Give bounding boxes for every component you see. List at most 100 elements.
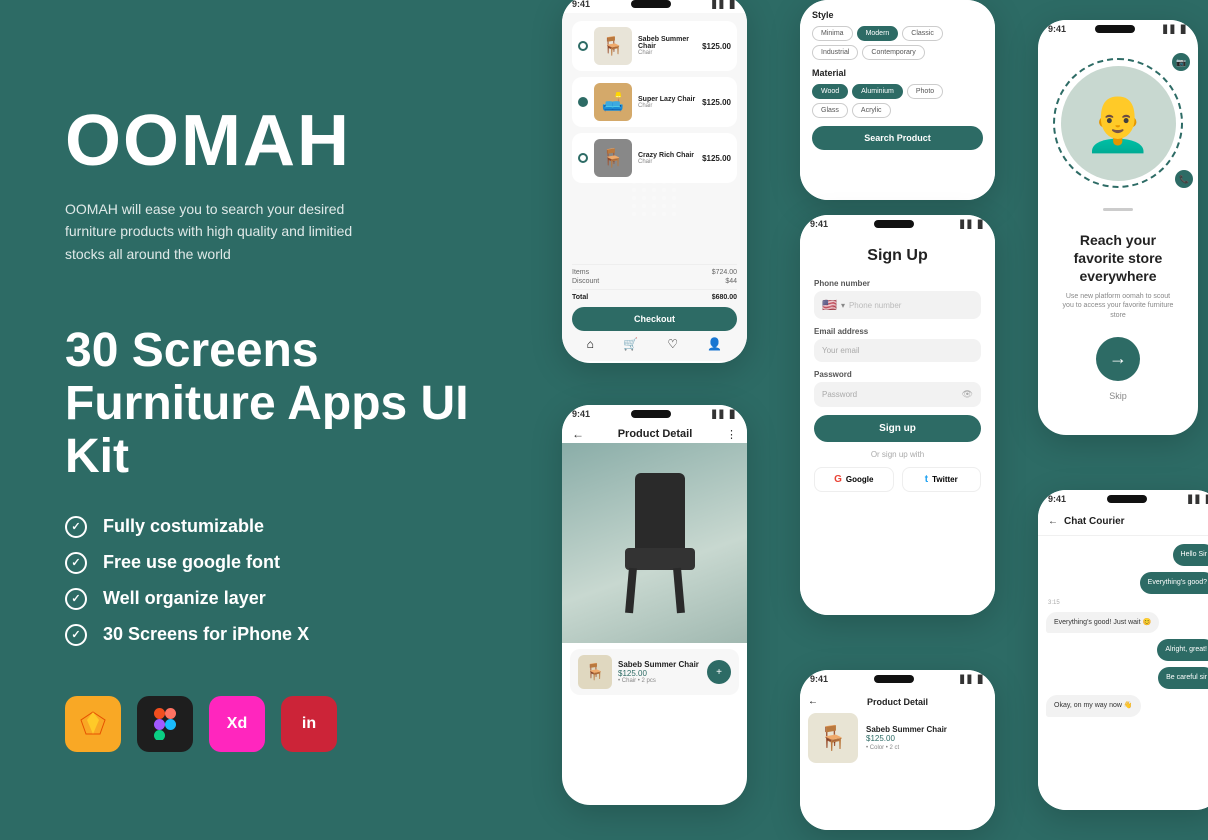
cart-summary: Items $724.00 Discount $44 Total $680.00… bbox=[572, 260, 737, 331]
search-button[interactable]: Search Product bbox=[812, 126, 983, 150]
signup-button[interactable]: Sign up bbox=[814, 415, 981, 442]
filter-tag-glass[interactable]: Glass bbox=[812, 103, 848, 118]
next-arrow-icon: → bbox=[1109, 348, 1127, 369]
filter-tag-wood[interactable]: Wood bbox=[812, 84, 848, 99]
checkout-button[interactable]: Checkout bbox=[572, 307, 737, 331]
filter-tag-photo[interactable]: Photo bbox=[907, 84, 943, 99]
feature-list: ✓ Fully costumizable ✓ Free use google f… bbox=[65, 516, 525, 646]
sketch-icon bbox=[65, 696, 121, 752]
total-label: Total bbox=[572, 294, 588, 301]
phone-notch bbox=[874, 675, 914, 683]
filter-tag-contemporary[interactable]: Contemporary bbox=[862, 45, 924, 60]
style-tags: Minima Modern Classic Industrial Contemp… bbox=[812, 26, 983, 60]
summary-items-row: Items $724.00 bbox=[572, 269, 737, 276]
nav-heart-icon[interactable]: ♡ bbox=[667, 337, 678, 351]
filter-tag-aluminium[interactable]: Aluminium bbox=[852, 84, 903, 99]
signup-topbar: 9:41 ▋▋ ▊ bbox=[800, 215, 995, 233]
filter-tag-industrial[interactable]: Industrial bbox=[812, 45, 858, 60]
style-label: Style bbox=[812, 10, 983, 20]
cart-item-image: 🛋️ bbox=[594, 83, 632, 121]
cart-item-image: 🪑 bbox=[594, 27, 632, 65]
items-value: $724.00 bbox=[712, 269, 737, 276]
message-text: Be careful sir bbox=[1166, 674, 1207, 681]
status-icons: ▋▋ ▊ bbox=[1188, 495, 1208, 504]
material-label: Material bbox=[812, 68, 983, 78]
flag-icon: 🇺🇸 bbox=[822, 298, 837, 312]
status-icons: ▋▋ ▊ bbox=[712, 410, 737, 419]
cart-item: 🛋️ Super Lazy Chair Chair $125.00 bbox=[572, 77, 737, 127]
product2-info: Sabeb Summer Chair $125.00 • Color • 2 c… bbox=[866, 725, 987, 751]
feature-label: 30 Screens for iPhone X bbox=[103, 624, 309, 645]
chat-phone: 9:41 ▋▋ ▊ ← Chat Courier Hello Sir Every… bbox=[1038, 490, 1208, 810]
signup-title: Sign Up bbox=[814, 247, 981, 265]
invision-icon: in bbox=[281, 696, 337, 752]
twitter-label: Twitter bbox=[932, 475, 958, 484]
twitter-button[interactable]: t Twitter bbox=[902, 467, 982, 492]
message-timestamp: 3:15 bbox=[1048, 600, 1208, 606]
email-input[interactable]: Your email bbox=[814, 339, 981, 362]
chat-topbar: 9:41 ▋▋ ▊ bbox=[1038, 490, 1208, 508]
twitter-icon: t bbox=[925, 474, 928, 485]
cart-radio bbox=[578, 97, 588, 107]
cart-item-category: Chair bbox=[638, 50, 702, 56]
skip-label[interactable]: Skip bbox=[1109, 391, 1127, 401]
onboard-next-button[interactable]: → bbox=[1096, 337, 1140, 381]
product2-row: 🪑 Sabeb Summer Chair $125.00 • Color • 2… bbox=[808, 713, 987, 763]
filter-tag-classic[interactable]: Classic bbox=[902, 26, 943, 41]
check-icon: ✓ bbox=[65, 516, 87, 538]
google-icon: G bbox=[834, 474, 842, 485]
cart-topbar: 9:41 ▋▋ ▊ bbox=[562, 0, 747, 13]
phone-placeholder: Phone number bbox=[849, 301, 901, 310]
cart-item-price: $125.00 bbox=[702, 42, 731, 51]
product-title: Product Detail bbox=[618, 428, 693, 440]
status-icons: ▋▋ ▊ bbox=[960, 220, 985, 229]
filter-tag-modern[interactable]: Modern bbox=[857, 26, 899, 41]
status-time: 9:41 bbox=[810, 674, 828, 684]
cart-nav: ⌂ 🛒 ♡ 👤 bbox=[572, 331, 737, 353]
feature-item: ✓ Fully costumizable bbox=[65, 516, 525, 538]
feature-item: ✓ 30 Screens for iPhone X bbox=[65, 624, 525, 646]
product-phone: 9:41 ▋▋ ▊ ← Product Detail ⋮ 🪑 Sabeb Sum… bbox=[562, 405, 747, 805]
email-placeholder: Your email bbox=[822, 346, 860, 355]
filter-inner: Style Minima Modern Classic Industrial C… bbox=[800, 0, 995, 200]
phone-notch bbox=[1107, 495, 1147, 503]
google-button[interactable]: G Google bbox=[814, 467, 894, 492]
cart-item-category: Chair bbox=[638, 159, 702, 165]
cart-item-image: 🪑 bbox=[594, 139, 632, 177]
nav-home-icon[interactable]: ⌂ bbox=[587, 337, 594, 351]
phone-notch bbox=[1095, 25, 1135, 33]
nav-cart-icon[interactable]: 🛒 bbox=[623, 337, 638, 351]
message-bubble: Everything's good! Just wait 😊 bbox=[1046, 612, 1159, 634]
nav-profile-icon[interactable]: 👤 bbox=[707, 337, 722, 351]
product-topbar: 9:41 ▋▋ ▊ bbox=[562, 405, 747, 423]
onboard-title: Reach your favorite store everywhere bbox=[1048, 231, 1188, 286]
chat-back-icon[interactable]: ← bbox=[1048, 516, 1058, 527]
password-input[interactable]: Password 👁 bbox=[814, 382, 981, 407]
filter-tag-acrylic[interactable]: Acrylic bbox=[852, 103, 891, 118]
overlay-tags: • Chair • 2 pcs bbox=[618, 678, 701, 684]
summary-total-row: Total $680.00 bbox=[572, 294, 737, 301]
brand-title: OOMAH bbox=[65, 100, 525, 182]
google-label: Google bbox=[846, 475, 874, 484]
message-text: Everything's good? bbox=[1148, 579, 1207, 586]
product2-back-icon[interactable]: ← bbox=[808, 696, 818, 707]
decorative-dots bbox=[632, 180, 678, 216]
product2-image: 🪑 bbox=[808, 713, 858, 763]
product-more-icon[interactable]: ⋮ bbox=[726, 428, 737, 441]
product-back-icon[interactable]: ← bbox=[572, 427, 584, 441]
message-bubble: Everything's good? bbox=[1140, 572, 1208, 594]
status-time: 9:41 bbox=[1048, 494, 1066, 504]
tool-icons: Xd in bbox=[65, 696, 525, 752]
feature-label: Well organize layer bbox=[103, 588, 266, 609]
status-time: 9:41 bbox=[810, 219, 828, 229]
message-text: Everything's good! Just wait 😊 bbox=[1054, 619, 1151, 626]
feature-label: Free use google font bbox=[103, 552, 280, 573]
filter-tag-minimal[interactable]: Minima bbox=[812, 26, 853, 41]
product2-phone: 9:41 ▋▋ ▊ ← Product Detail 🪑 Sabeb Summe… bbox=[800, 670, 995, 830]
eye-icon[interactable]: 👁 bbox=[962, 389, 973, 400]
figma-icon bbox=[137, 696, 193, 752]
message-bubble: Be careful sir bbox=[1158, 667, 1208, 689]
phone-notch bbox=[874, 220, 914, 228]
phone-input[interactable]: 🇺🇸 ▾ Phone number bbox=[814, 291, 981, 319]
add-to-cart-icon[interactable]: + bbox=[707, 660, 731, 684]
